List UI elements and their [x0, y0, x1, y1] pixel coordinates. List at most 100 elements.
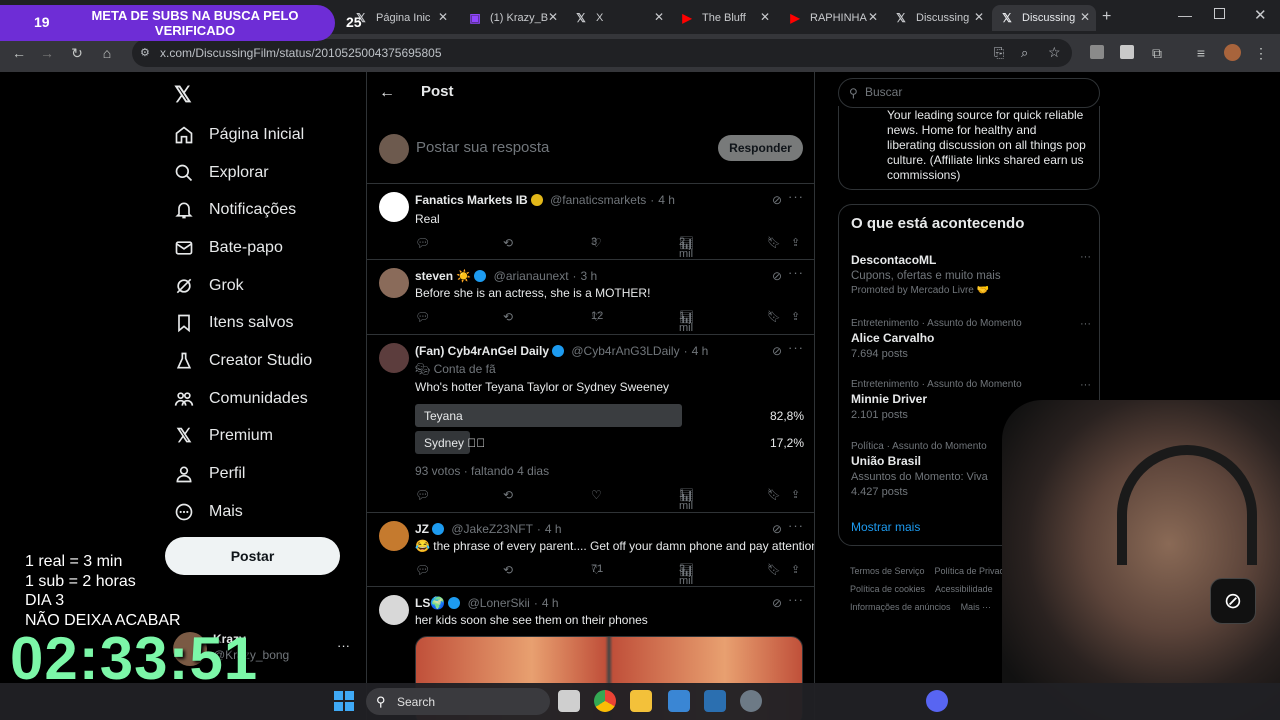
- grok-icon[interactable]: ⊘: [772, 193, 782, 207]
- tweet-author[interactable]: Fanatics Markets IB @fanaticsmarkets · 4 h: [415, 193, 675, 207]
- tweet-time[interactable]: 4 h: [545, 522, 562, 536]
- bookmark-star-icon[interactable]: ☆: [1048, 44, 1061, 61]
- calculator-icon[interactable]: [704, 690, 726, 712]
- forward-icon[interactable]: →: [38, 44, 56, 62]
- grok-icon[interactable]: ⊘: [772, 344, 782, 358]
- author-name[interactable]: LS🌍: [415, 596, 445, 610]
- nav-grok[interactable]: Grok: [173, 271, 244, 301]
- reply-input[interactable]: Postar sua resposta: [416, 139, 549, 156]
- nav-more[interactable]: Mais: [173, 497, 243, 527]
- back-icon[interactable]: ←: [10, 44, 28, 62]
- menu-kebab-icon[interactable]: ⋮: [1252, 44, 1270, 62]
- more-icon[interactable]: ···: [788, 265, 804, 280]
- profile-avatar-icon[interactable]: [1224, 44, 1241, 61]
- more-icon[interactable]: ···: [788, 340, 804, 355]
- extension-icon[interactable]: [1090, 45, 1104, 59]
- show-more-link[interactable]: Mostrar mais: [851, 520, 920, 534]
- new-tab-icon[interactable]: +: [1102, 8, 1111, 26]
- more-icon[interactable]: ···: [788, 189, 804, 204]
- home-icon[interactable]: ⌂: [98, 44, 116, 62]
- close-icon[interactable]: ✕: [868, 10, 878, 24]
- x-logo-icon[interactable]: 𝕏: [174, 82, 192, 108]
- close-icon[interactable]: ✕: [438, 10, 448, 24]
- bookmark-icon[interactable]: 🔖︎: [767, 488, 781, 501]
- search-input[interactable]: [865, 85, 1085, 99]
- browser-tab[interactable]: 𝕏 Página Inic ✕: [346, 5, 454, 31]
- nav-home[interactable]: Página Inicial: [173, 120, 304, 150]
- tweet-time[interactable]: 4 h: [542, 596, 559, 610]
- avatar[interactable]: [379, 192, 409, 222]
- grok-icon[interactable]: ⊘: [772, 596, 782, 610]
- post-button[interactable]: Postar: [165, 537, 340, 575]
- author-handle[interactable]: @arianaunext: [494, 269, 569, 283]
- footer-link[interactable]: Termos de Serviço: [850, 566, 925, 576]
- tweet-author[interactable]: (Fan) Cyb4rAnGel Daily @Cyb4rAnG3LDaily ·…: [415, 344, 708, 358]
- url-text[interactable]: x.com/DiscussingFilm/status/201052500437…: [160, 46, 442, 60]
- bookmark-icon[interactable]: 🔖︎: [767, 236, 781, 249]
- avatar[interactable]: [379, 343, 409, 373]
- tweet-author[interactable]: LS🌍 @LonerSkii · 4 h: [415, 596, 559, 610]
- reload-icon[interactable]: ↻: [68, 44, 86, 62]
- more-icon[interactable]: ···: [788, 518, 804, 533]
- close-icon[interactable]: ✕: [1080, 10, 1090, 24]
- close-icon[interactable]: ✕: [974, 10, 984, 24]
- chrome-icon[interactable]: [594, 690, 616, 712]
- tweet-time[interactable]: 4 h: [692, 344, 709, 358]
- more-icon[interactable]: ···: [1080, 251, 1091, 263]
- grok-icon[interactable]: ⊘: [772, 522, 782, 536]
- settings-icon[interactable]: [740, 690, 762, 712]
- bookmark-icon[interactable]: 🔖︎: [767, 310, 781, 323]
- reply-tweet-poll[interactable]: (Fan) Cyb4rAnGel Daily @Cyb4rAnG3LDaily ·…: [367, 335, 814, 513]
- nav-bookmarks[interactable]: Itens salvos: [173, 308, 293, 338]
- author-handle[interactable]: @fanaticsmarkets: [550, 193, 646, 207]
- discord-icon[interactable]: [926, 690, 948, 712]
- trend-item[interactable]: Entretenimento · Assunto do Momento Alic…: [851, 318, 1091, 360]
- browser-tab[interactable]: ▶ RAPHINHA ✕: [780, 5, 884, 31]
- windows-start-icon[interactable]: [334, 691, 354, 711]
- avatar[interactable]: [379, 268, 409, 298]
- zoom-icon[interactable]: ⌕: [1021, 45, 1028, 61]
- site-info-icon[interactable]: ⚙: [140, 46, 150, 59]
- author-name[interactable]: steven ☀️: [415, 269, 471, 283]
- tweet-author[interactable]: steven ☀️ @arianaunext · 3 h: [415, 269, 597, 283]
- more-icon[interactable]: ···: [1080, 318, 1091, 330]
- install-icon[interactable]: ⎘: [994, 45, 1004, 61]
- close-icon[interactable]: ✕: [760, 10, 770, 24]
- nav-premium[interactable]: 𝕏 Premium: [173, 421, 273, 451]
- nav-notifications[interactable]: Notificações: [173, 195, 296, 225]
- footer-link[interactable]: Acessibilidade: [935, 584, 993, 594]
- author-handle[interactable]: @JakeZ23NFT: [451, 522, 533, 536]
- browser-tab[interactable]: 𝕏 X ✕: [566, 5, 670, 31]
- extension-icon[interactable]: [1120, 45, 1134, 59]
- close-icon[interactable]: ✕: [548, 10, 558, 24]
- reply-tweet[interactable]: JZ @JakeZ23NFT · 4 h ⊘ ··· 😂 the phrase of…: [367, 513, 814, 587]
- author-name[interactable]: Fanatics Markets IB: [415, 193, 528, 207]
- grok-icon[interactable]: ⊘: [772, 269, 782, 283]
- share-icon[interactable]: ⇪: [791, 488, 800, 501]
- poll-option[interactable]: Sydney ✓⃝ 17,2%: [415, 431, 804, 454]
- store-icon[interactable]: [668, 690, 690, 712]
- share-icon[interactable]: ⇪: [791, 563, 800, 576]
- browser-tab[interactable]: 𝕏 Discussing ✕: [886, 5, 990, 31]
- reply-button[interactable]: Responder: [718, 135, 803, 161]
- browser-tab[interactable]: ▣ (1) Krazy_B ✕: [460, 5, 564, 31]
- more-icon[interactable]: ···: [1080, 379, 1091, 391]
- footer-link[interactable]: Mais ···: [961, 602, 992, 612]
- nav-creator-studio[interactable]: Creator Studio: [173, 346, 312, 376]
- minimize-icon[interactable]: —: [1178, 7, 1192, 23]
- footer-link[interactable]: Política de cookies: [850, 584, 925, 594]
- nav-profile[interactable]: Perfil: [173, 459, 245, 489]
- avatar[interactable]: [379, 595, 409, 625]
- task-view-icon[interactable]: [558, 690, 580, 712]
- taskbar-search[interactable]: ⚲ Search: [366, 688, 550, 715]
- trend-item[interactable]: DescontacoML Cupons, ofertas e muito mai…: [851, 251, 1091, 296]
- back-arrow-icon[interactable]: ←: [379, 84, 395, 102]
- author-name[interactable]: (Fan) Cyb4rAnGel Daily: [415, 344, 549, 358]
- tweet-author[interactable]: JZ @JakeZ23NFT · 4 h: [415, 522, 562, 536]
- author-name[interactable]: JZ: [415, 522, 429, 536]
- author-handle[interactable]: @LonerSkii: [468, 596, 530, 610]
- nav-explore[interactable]: Explorar: [173, 158, 269, 188]
- reply-tweet[interactable]: steven ☀️ @arianaunext · 3 h ⊘ ··· Before …: [367, 260, 814, 335]
- author-handle[interactable]: @Cyb4rAnG3LDaily: [571, 344, 679, 358]
- tweet-time[interactable]: 3 h: [581, 269, 598, 283]
